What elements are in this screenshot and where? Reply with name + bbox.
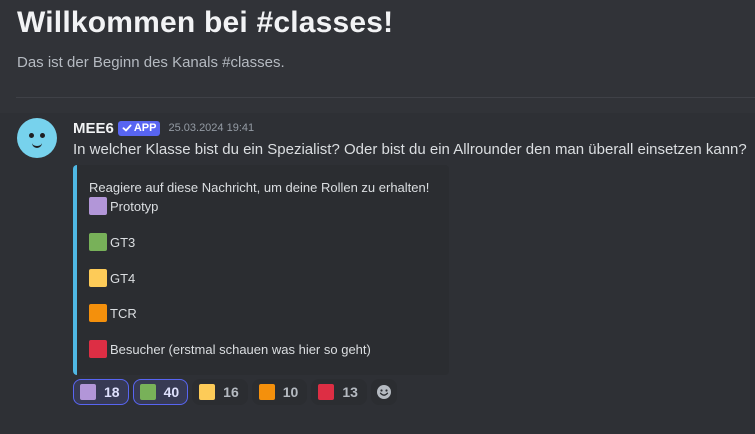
app-badge: APP — [117, 120, 161, 136]
reaction-orange-square[interactable]: 10 — [251, 379, 308, 405]
orange-square-icon — [89, 304, 107, 322]
reaction-count: 40 — [163, 384, 180, 400]
role-line-tcr: TCR — [89, 304, 137, 322]
role-line-prototyp: Prototyp — [89, 197, 158, 215]
author-name[interactable]: MEE6 — [73, 120, 114, 137]
avatar-mouth — [32, 141, 42, 148]
role-label: TCR — [110, 305, 137, 321]
green-square-icon — [139, 384, 156, 400]
reaction-count: 18 — [104, 384, 120, 400]
role-embed: Reagiere auf diese Nachricht, um deine R… — [73, 165, 449, 375]
embed-description: Reagiere auf diese Nachricht, um deine R… — [89, 180, 430, 195]
red-square-icon — [318, 384, 335, 400]
welcome-subtitle: Das ist der Beginn des Kanals #classes. — [17, 54, 285, 71]
reactions-bar: 18 40 16 10 13 — [73, 379, 397, 405]
avatar-eye-left — [29, 133, 34, 138]
reaction-red-square[interactable]: 13 — [311, 379, 367, 405]
green-square-icon — [89, 233, 107, 251]
role-line-gt4: GT4 — [89, 269, 135, 287]
avatar-eye-right — [40, 133, 45, 138]
role-label: GT4 — [110, 270, 136, 286]
reaction-count: 10 — [282, 384, 299, 400]
role-label: Besucher (erstmal schauen was hier so ge… — [110, 341, 371, 357]
yellow-square-icon — [89, 269, 107, 287]
avatar[interactable] — [17, 118, 57, 158]
orange-square-icon — [258, 384, 275, 400]
yellow-square-icon — [199, 384, 216, 400]
role-label: Prototyp — [110, 198, 159, 214]
role-line-gt3: GT3 — [89, 233, 135, 251]
timestamp[interactable]: 25.03.2024 19:41 — [168, 122, 254, 134]
red-square-icon — [89, 340, 107, 358]
purple-square-icon — [80, 384, 96, 400]
reaction-green-square[interactable]: 40 — [132, 379, 189, 405]
add-reaction-smiley-icon — [376, 385, 391, 399]
reaction-count: 16 — [223, 384, 239, 400]
message-header: MEE6 APP 25.03.2024 19:41 — [73, 119, 254, 137]
message-content: In welcher Klasse bist du ein Spezialist… — [73, 141, 747, 158]
reaction-purple-square[interactable]: 18 — [73, 379, 129, 405]
reaction-yellow-square[interactable]: 16 — [192, 379, 248, 405]
purple-square-icon — [89, 197, 107, 215]
app-badge-label: APP — [133, 122, 157, 134]
role-label: GT3 — [110, 234, 136, 250]
welcome-title: Willkommen bei #classes! — [17, 6, 394, 39]
divider — [16, 97, 755, 98]
reaction-count: 13 — [342, 384, 358, 400]
role-line-besucher: Besucher (erstmal schauen was hier so ge… — [89, 340, 371, 358]
verified-check-icon — [122, 124, 132, 132]
add-reaction-button[interactable] — [370, 379, 397, 405]
